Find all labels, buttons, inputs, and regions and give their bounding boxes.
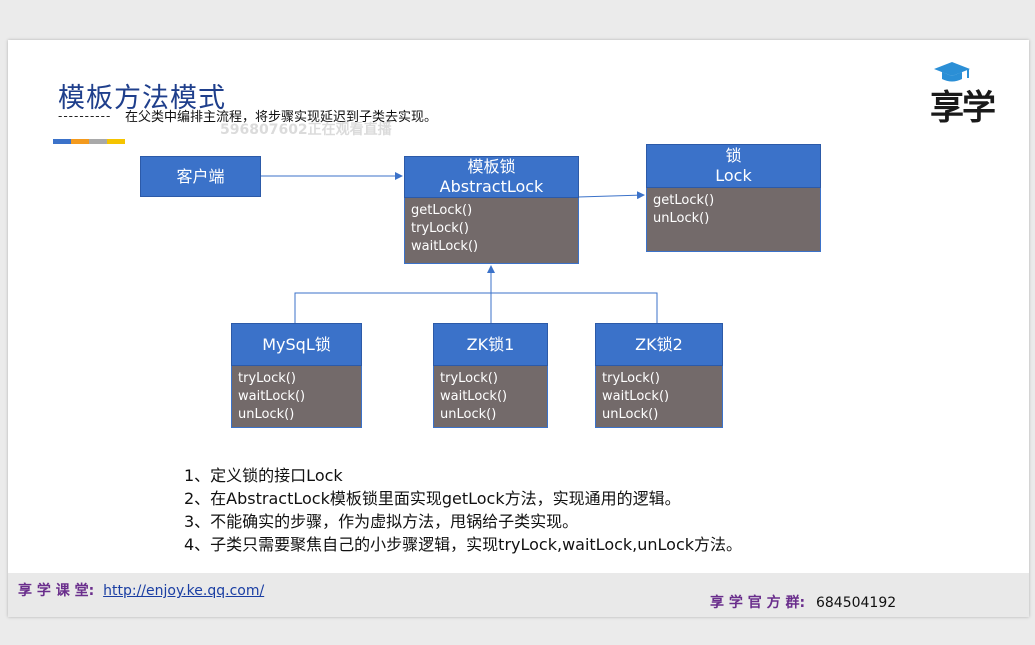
method-item: waitLock(): [602, 389, 670, 404]
mysql-lock-methods: tryLock() waitLock() unLock(): [231, 366, 362, 428]
mysql-lock-title: MySqL锁: [262, 334, 331, 354]
template-lock-title-en: AbstractLock: [439, 177, 544, 196]
method-item: unLock(): [238, 407, 295, 422]
mysql-lock-header: MySqL锁: [231, 323, 362, 366]
zk-lock1-class: ZK锁1 tryLock() waitLock() unLock(): [433, 323, 548, 428]
zk-lock2-methods: tryLock() waitLock() unLock(): [595, 366, 723, 428]
client-label: 客户端: [176, 166, 225, 186]
template-lock-methods: getLock() tryLock() waitLock(): [404, 198, 579, 264]
method-item: waitLock(): [238, 389, 306, 404]
note-item: 3、不能确实的步骤，作为虚拟方法，甩锅给子类实现。: [184, 512, 579, 531]
note-item: 1、定义锁的接口Lock: [184, 466, 343, 485]
method-item: waitLock(): [411, 239, 479, 254]
zk-lock2-title: ZK锁2: [635, 334, 683, 354]
footer-right: 享 学 官 方 群: 684504192: [710, 592, 896, 612]
footer-course-link[interactable]: http://enjoy.ke.qq.com/: [103, 583, 264, 599]
method-item: tryLock(): [238, 371, 296, 386]
method-item: getLock(): [411, 203, 473, 218]
template-lock-class: 模板锁 AbstractLock getLock() tryLock() wai…: [404, 156, 579, 264]
lock-interface-class: 锁 Lock getLock() unLock(): [646, 144, 821, 252]
method-item: tryLock(): [411, 221, 469, 236]
lock-title-en: Lock: [715, 166, 752, 185]
note-item: 4、子类只需要聚焦自己的小步骤逻辑，实现tryLock,waitLock,unL…: [184, 535, 743, 554]
notes-list: 1、定义锁的接口Lock 2、在AbstractLock模板锁里面实现getLo…: [184, 464, 742, 556]
method-item: getLock(): [653, 193, 715, 208]
footer-group-number: 684504192: [815, 595, 897, 611]
method-item: unLock(): [602, 407, 659, 422]
footer-course-label: 享 学 课 堂:: [18, 583, 95, 599]
footer-left: 享 学 课 堂: http://enjoy.ke.qq.com/: [18, 580, 264, 600]
method-item: tryLock(): [440, 371, 498, 386]
footer: 享 学 课 堂: http://enjoy.ke.qq.com/ 享 学 官 方…: [8, 573, 1029, 617]
zk-lock1-methods: tryLock() waitLock() unLock(): [433, 366, 548, 428]
slide: 模板方法模式 ---------- 在父类中编排主流程，将步骤实现延迟到子类去实…: [8, 40, 1029, 617]
method-item: unLock(): [440, 407, 497, 422]
zk-lock1-title: ZK锁1: [466, 334, 515, 354]
zk-lock1-header: ZK锁1: [433, 323, 548, 366]
lock-title-cn: 锁: [725, 146, 742, 165]
lock-methods: getLock() unLock(): [646, 188, 821, 252]
template-lock-header: 模板锁 AbstractLock: [404, 156, 579, 198]
client-box: 客户端: [140, 156, 261, 197]
method-item: tryLock(): [602, 371, 660, 386]
mysql-lock-class: MySqL锁 tryLock() waitLock() unLock(): [231, 323, 362, 428]
template-to-lock-arrow: [577, 191, 645, 200]
lock-header: 锁 Lock: [646, 144, 821, 188]
footer-group-label: 享 学 官 方 群:: [710, 595, 806, 611]
zk-lock2-class: ZK锁2 tryLock() waitLock() unLock(): [595, 323, 723, 428]
inheritance-connector: [294, 292, 658, 323]
method-item: waitLock(): [440, 389, 508, 404]
template-lock-title-cn: 模板锁: [467, 157, 516, 176]
note-item: 2、在AbstractLock模板锁里面实现getLock方法，实现通用的逻辑。: [184, 489, 681, 508]
method-item: unLock(): [653, 211, 710, 226]
zk-lock2-header: ZK锁2: [595, 323, 723, 366]
